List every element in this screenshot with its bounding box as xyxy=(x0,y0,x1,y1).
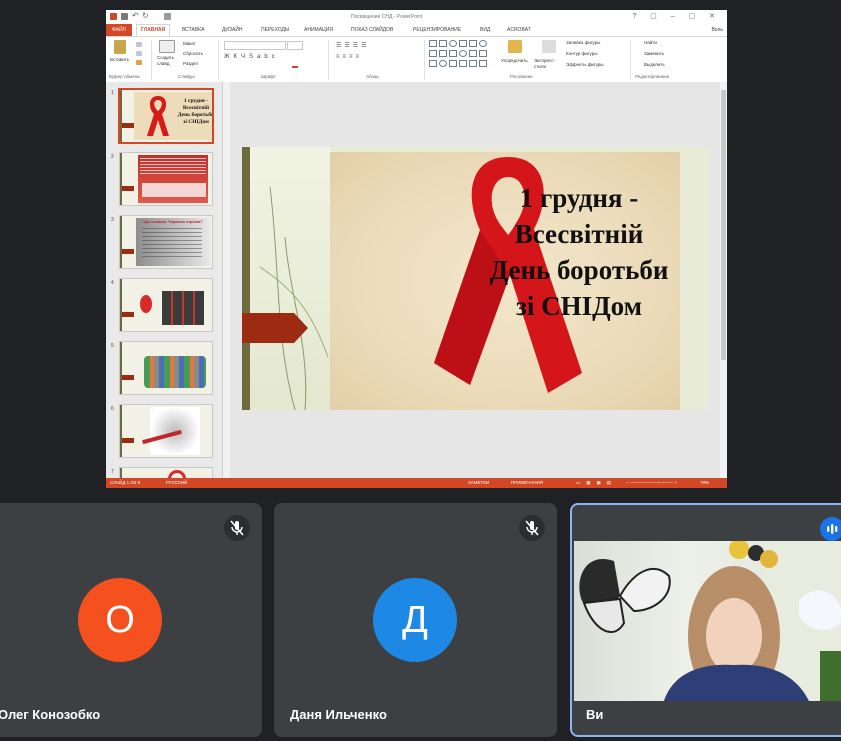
find-button[interactable]: Найти xyxy=(644,40,657,45)
font-format-buttons[interactable]: ЖКЧSabc xyxy=(224,54,279,60)
shapes-gallery[interactable] xyxy=(429,40,497,70)
slide-thumbnail-7[interactable] xyxy=(119,467,213,478)
font-size-select[interactable] xyxy=(287,41,303,50)
group-paragraph-label: Абзац xyxy=(366,74,379,79)
current-slide[interactable]: 1 грудня - Всесвітній День боротьби зі С… xyxy=(242,147,709,410)
list-buttons[interactable]: ☰☰☰☰ xyxy=(336,42,370,49)
font-color-icon[interactable] xyxy=(292,66,298,68)
quick-styles-icon[interactable] xyxy=(542,40,556,53)
notes-button[interactable]: ЗАМЕТКИ xyxy=(468,480,489,485)
speaking-indicator-icon xyxy=(820,517,841,541)
slide-left-panel xyxy=(250,147,330,410)
layout-button[interactable]: Макет xyxy=(183,41,196,46)
language-indicator[interactable]: РУССКИЙ xyxy=(166,480,187,485)
presentation-window: ↶ ↻ Посвящение СНД - PowerPoint ? ▢ – ▢ … xyxy=(106,10,727,488)
participant-tile-self[interactable]: Ви xyxy=(570,503,841,737)
thumbnail-title: Що означає Червона стрічка? xyxy=(143,219,203,224)
shape-outline-button[interactable]: Контур фигуры xyxy=(566,51,597,56)
new-slide-button[interactable]: Создать слайд xyxy=(157,55,179,67)
thumbnail-number: 3 xyxy=(111,217,114,223)
group-slides-label: Слайды xyxy=(178,74,195,79)
tab-view[interactable]: ВИД xyxy=(480,27,490,33)
tab-home[interactable]: ГЛАВНАЯ xyxy=(136,24,171,36)
paste-icon[interactable] xyxy=(114,40,126,54)
thumbnail-number: 7 xyxy=(111,469,114,475)
start-slideshow-icon[interactable] xyxy=(164,13,171,20)
status-bar: СЛАЙД 1 ИЗ 9 РУССКИЙ ЗАМЕТКИ ПРИМЕЧАНИЯ … xyxy=(106,478,727,488)
muted-mic-icon xyxy=(519,515,545,541)
powerpoint-icon xyxy=(110,13,117,20)
font-family-select[interactable] xyxy=(224,41,286,50)
reset-button[interactable]: Сбросить xyxy=(183,51,203,56)
comments-button[interactable]: ПРИМЕЧАНИЯ xyxy=(511,480,543,485)
copy-icon[interactable] xyxy=(136,51,142,56)
slide-title[interactable]: 1 грудня - Всесвітній День боротьби зі С… xyxy=(474,180,684,324)
new-slide-icon[interactable] xyxy=(159,40,175,53)
undo-icon[interactable]: ↶ xyxy=(132,11,139,20)
editor-scrollbar[interactable] xyxy=(720,82,727,478)
tab-slideshow[interactable]: ПОКАЗ СЛАЙДОВ xyxy=(351,27,393,33)
arrange-button[interactable]: Упорядочить xyxy=(501,58,528,63)
cut-icon[interactable] xyxy=(136,42,142,47)
arrange-icon[interactable] xyxy=(508,40,522,53)
participant-tile-1[interactable]: О Олег Конозобко xyxy=(0,503,262,737)
shape-effects-button[interactable]: Эффекты фигуры xyxy=(566,62,604,67)
tab-design[interactable]: ДИЗАЙН xyxy=(222,27,243,33)
tab-file[interactable]: ФАЙЛ xyxy=(106,24,132,36)
self-video xyxy=(574,541,841,701)
thumbnail-number: 5 xyxy=(111,343,114,349)
thumbnails-scrollbar[interactable] xyxy=(223,82,230,478)
align-buttons[interactable]: ≡≡≡≡ xyxy=(336,54,362,60)
slide-thumbnail-4[interactable] xyxy=(119,278,213,332)
thumbnail-title: 1 грудня - Всесвітній День боротьби зі С… xyxy=(177,98,214,125)
group-editing-label: Редактирование xyxy=(635,74,670,79)
paste-button[interactable]: Вставить xyxy=(110,57,129,62)
window-controls[interactable]: ? ▢ – ▢ ✕ xyxy=(632,12,721,20)
tab-review[interactable]: РЕЦЕНЗИРОВАНИЕ xyxy=(413,27,461,33)
slide-thumbnail-6[interactable] xyxy=(119,404,213,458)
group-clipboard-label: Буфер обмена xyxy=(109,74,140,79)
format-painter-icon[interactable] xyxy=(136,60,142,65)
muted-mic-icon xyxy=(224,515,250,541)
slide-thumbnail-3[interactable]: Що означає Червона стрічка? xyxy=(119,215,213,269)
participant-name: Олег Конозобко xyxy=(0,707,101,722)
select-button[interactable]: Выделить xyxy=(644,62,665,67)
slide-counter: СЛАЙД 1 ИЗ 9 xyxy=(110,480,141,485)
slide-side-strip xyxy=(242,147,250,410)
slide-thumbnail-1[interactable]: 1 грудня - Всесвітній День боротьби зі С… xyxy=(118,88,214,144)
thumbnail-number: 6 xyxy=(111,406,114,412)
participant-name: Даня Ильченко xyxy=(290,707,387,722)
quick-styles-button[interactable]: Экспресс-стили xyxy=(534,58,562,70)
shape-fill-button[interactable]: Заливка фигуры xyxy=(566,40,600,45)
section-button[interactable]: Раздел xyxy=(183,61,198,66)
zoom-slider[interactable]: − ——————+——— + xyxy=(626,480,677,485)
user-name[interactable]: Воль xyxy=(711,27,723,33)
tab-insert[interactable]: ВСТАВКА xyxy=(182,27,204,33)
slide-thumbnails-pane[interactable]: 1 1 грудня - Всесвітній День боротьби зі… xyxy=(106,82,223,478)
thumbnail-number: 2 xyxy=(111,154,114,160)
replace-button[interactable]: Заменить xyxy=(644,51,664,56)
tab-acrobat[interactable]: ACROBAT xyxy=(507,27,531,33)
thumbnail-number: 1 xyxy=(111,90,114,96)
window-title: Посвящение СНД - PowerPoint xyxy=(351,14,423,20)
zoom-level[interactable]: 79% xyxy=(700,480,709,485)
save-icon[interactable] xyxy=(121,13,128,20)
title-bar: ↶ ↻ Посвящение СНД - PowerPoint ? ▢ – ▢ … xyxy=(106,10,727,24)
avatar: О xyxy=(78,578,162,662)
slide-arrow-shape xyxy=(242,313,308,343)
group-drawing-label: Рисование xyxy=(510,74,533,79)
avatar: Д xyxy=(373,578,457,662)
view-buttons[interactable]: ▭▦▣▤ xyxy=(576,480,617,486)
tab-transitions[interactable]: ПЕРЕХОДЫ xyxy=(261,27,289,33)
slide-thumbnail-5[interactable] xyxy=(119,341,213,395)
ribbon-tabs: ФАЙЛ ГЛАВНАЯ ВСТАВКА ДИЗАЙН ПЕРЕХОДЫ АНИ… xyxy=(106,24,727,36)
tab-animation[interactable]: АНИМАЦИЯ xyxy=(304,27,333,33)
ribbon: Вставить Буфер обмена Создать слайд Маке… xyxy=(106,36,727,84)
redo-icon[interactable]: ↻ xyxy=(142,11,149,20)
group-font-label: Шрифт xyxy=(261,74,276,79)
participant-name: Ви xyxy=(586,707,604,722)
slide-thumbnail-2[interactable] xyxy=(119,152,213,206)
thumbnail-number: 4 xyxy=(111,280,114,286)
participant-tile-2[interactable]: Д Даня Ильченко xyxy=(274,503,557,737)
